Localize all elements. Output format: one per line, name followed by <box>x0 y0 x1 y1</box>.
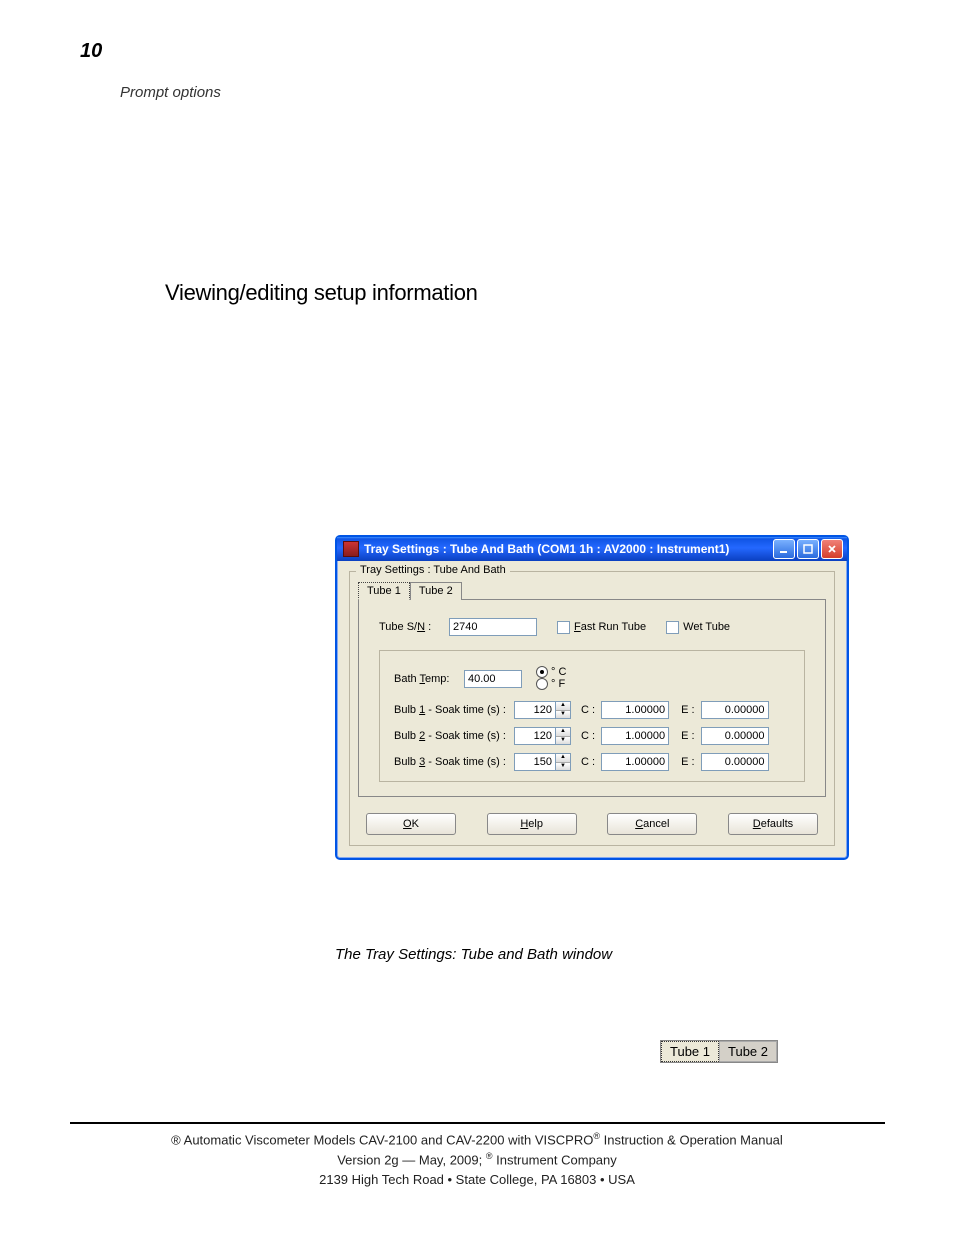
spin-down-icon[interactable]: ▼ <box>556 711 570 719</box>
maximize-button[interactable] <box>797 539 819 559</box>
spin-up-icon[interactable]: ▲ <box>556 728 570 737</box>
bulb1-soak-spinner[interactable]: ▲▼ <box>514 701 571 719</box>
section-heading: Viewing/editing setup information <box>165 280 478 306</box>
bulb2-c-input[interactable] <box>601 727 669 745</box>
spin-down-icon[interactable]: ▼ <box>556 763 570 771</box>
tube-sn-input[interactable] <box>449 618 537 636</box>
bulb2-e-input[interactable] <box>701 727 769 745</box>
mini-tabs-illustration: Tube 1 Tube 2 <box>660 1040 778 1063</box>
tube-sn-label: Tube S/N : <box>379 621 449 633</box>
bulb1-row: Bulb 1 - Soak time (s) : ▲▼ C : E : <box>394 701 790 719</box>
ok-button[interactable]: OK <box>366 813 456 835</box>
defaults-button[interactable]: Defaults <box>728 813 818 835</box>
bath-temp-input[interactable] <box>464 670 522 688</box>
close-button[interactable] <box>821 539 843 559</box>
figure-caption: The Tray Settings: Tube and Bath window <box>335 946 612 963</box>
mini-tab-tube1[interactable]: Tube 1 <box>661 1041 719 1062</box>
bulb1-c-input[interactable] <box>601 701 669 719</box>
spin-up-icon[interactable]: ▲ <box>556 702 570 711</box>
bulb3-e-input[interactable] <box>701 753 769 771</box>
page-number: 10 <box>80 40 102 63</box>
bath-bulb-group: Bath Temp: ° C ° F <box>379 650 805 782</box>
spin-down-icon[interactable]: ▼ <box>556 737 570 745</box>
tray-settings-groupbox: Tray Settings : Tube And Bath Tube 1 Tub… <box>349 571 835 846</box>
tab-panel: Tube S/N : Fast Run Tube Wet Tube Bath T… <box>358 599 826 797</box>
bulb3-soak-spinner[interactable]: ▲▼ <box>514 753 571 771</box>
titlebar: Tray Settings : Tube And Bath (COM1 1h :… <box>337 537 847 561</box>
mini-tab-tube2[interactable]: Tube 2 <box>719 1041 777 1062</box>
bulb2-row: Bulb 2 - Soak time (s) : ▲▼ C : E : <box>394 727 790 745</box>
bulb1-label: Bulb 1 - Soak time (s) : <box>394 704 514 716</box>
fast-run-checkbox[interactable]: Fast Run Tube <box>557 621 646 634</box>
tab-tube1[interactable]: Tube 1 <box>358 582 410 600</box>
bulb1-e-input[interactable] <box>701 701 769 719</box>
help-button[interactable]: Help <box>487 813 577 835</box>
bulb3-label: Bulb 3 - Soak time (s) : <box>394 756 514 768</box>
e-label: E : <box>681 704 694 716</box>
window-title: Tray Settings : Tube And Bath (COM1 1h :… <box>364 542 773 556</box>
unit-f-radio[interactable]: ° F <box>536 678 565 690</box>
tab-tube2[interactable]: Tube 2 <box>410 582 462 600</box>
footer: ® Automatic Viscometer Models CAV-2100 a… <box>0 1130 954 1189</box>
running-head: Prompt options <box>120 84 221 101</box>
bulb2-soak-spinner[interactable]: ▲▼ <box>514 727 571 745</box>
app-icon <box>343 541 359 557</box>
minimize-button[interactable] <box>773 539 795 559</box>
footer-rule <box>70 1122 885 1124</box>
wet-tube-checkbox[interactable]: Wet Tube <box>666 621 730 634</box>
group-legend: Tray Settings : Tube And Bath <box>356 564 510 576</box>
tray-settings-dialog: Tray Settings : Tube And Bath (COM1 1h :… <box>335 535 849 860</box>
bath-temp-label: Bath Temp: <box>394 673 464 685</box>
bulb2-label: Bulb 2 - Soak time (s) : <box>394 730 514 742</box>
bulb3-c-input[interactable] <box>601 753 669 771</box>
unit-c-radio[interactable]: ° C <box>536 666 566 678</box>
bulb3-row: Bulb 3 - Soak time (s) : ▲▼ C : E : <box>394 753 790 771</box>
c-label: C : <box>581 704 595 716</box>
cancel-button[interactable]: Cancel <box>607 813 697 835</box>
spin-up-icon[interactable]: ▲ <box>556 754 570 763</box>
